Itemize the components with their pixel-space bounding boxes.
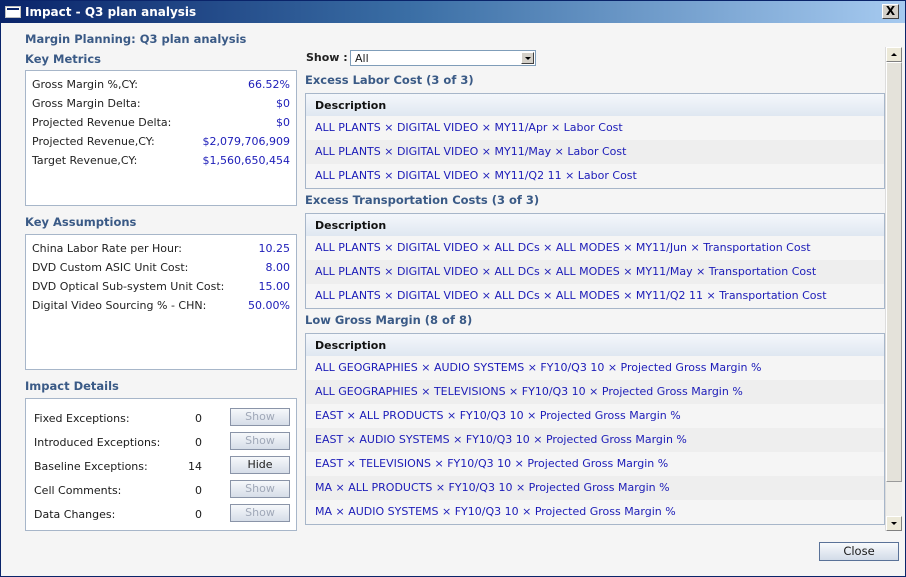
impact-label: Baseline Exceptions: [34, 460, 148, 473]
table-row[interactable]: ALL PLANTS × DIGITAL VIDEO × MY11/Apr × … [306, 116, 884, 140]
table-row[interactable]: ALL PLANTS × DIGITAL VIDEO × MY11/May × … [306, 140, 884, 164]
impact-details-panel: Fixed Exceptions: 0 Show Introduced Exce… [25, 398, 297, 531]
key-assumptions-panel: China Labor Rate per Hour: 10.25 DVD Cust… [25, 234, 297, 370]
impact-count: 14 [188, 460, 202, 473]
impact-row-data-changes: Data Changes: 0 Show [34, 502, 290, 526]
metric-value: $0 [276, 116, 290, 129]
impact-count: 0 [195, 436, 202, 449]
title-bar[interactable]: Impact - Q3 plan analysis X [1, 1, 905, 23]
impact-label: Introduced Exceptions: [34, 436, 161, 449]
excess-labor-cost-table: Description ALL PLANTS × DIGITAL VIDEO ×… [305, 93, 885, 189]
table-row[interactable]: ALL PLANTS × DIGITAL VIDEO × MY11/Q2 11 … [306, 164, 884, 188]
scroll-up-arrow-icon[interactable] [886, 47, 902, 62]
assumption-row: Digital Video Sourcing % - CHN: 50.00% [32, 297, 290, 316]
impact-label: Data Changes: [34, 508, 116, 521]
column-header-description[interactable]: Description [306, 93, 884, 116]
table-row[interactable]: ALL PLANTS × DIGITAL VIDEO × ALL DCs × A… [306, 236, 884, 260]
table-row[interactable]: EAST × TELEVISIONS × FY10/Q3 10 × Projec… [306, 452, 884, 476]
table-row[interactable]: EAST × AUDIO SYSTEMS × FY10/Q3 10 × Proj… [306, 428, 884, 452]
assumption-value: 15.00 [258, 280, 291, 293]
show-fixed-exceptions-button[interactable]: Show [230, 408, 290, 426]
key-assumptions-heading: Key Assumptions [25, 215, 137, 229]
metric-label: Target Revenue,CY: [32, 154, 138, 167]
section-title-excess-transportation-costs: Excess Transportation Costs (3 of 3) [305, 193, 540, 207]
show-data-changes-button[interactable]: Show [230, 504, 290, 522]
chevron-down-icon[interactable] [521, 52, 534, 64]
impact-count: 0 [195, 412, 202, 425]
impact-row-cell-comments: Cell Comments: 0 Show [34, 478, 290, 502]
assumption-label: DVD Optical Sub-system Unit Cost: [32, 280, 225, 293]
low-gross-margin-table: Description ALL GEOGRAPHIES × AUDIO SYST… [305, 333, 885, 525]
metric-row: Projected Revenue Delta: $0 [32, 114, 290, 133]
table-row[interactable]: ALL GEOGRAPHIES × TELEVISIONS × FY10/Q3 … [306, 380, 884, 404]
close-button[interactable]: Close [819, 542, 899, 561]
impact-row-introduced-exceptions: Introduced Exceptions: 0 Show [34, 430, 290, 454]
metric-label: Projected Revenue,CY: [32, 135, 155, 148]
assumption-row: China Labor Rate per Hour: 10.25 [32, 240, 290, 259]
scrollbar-thumb[interactable] [886, 62, 902, 482]
table-row[interactable]: ALL GEOGRAPHIES × AUDIO SYSTEMS × FY10/Q… [306, 356, 884, 380]
table-row[interactable]: ALL PLANTS × DIGITAL VIDEO × ALL DCs × A… [306, 284, 884, 308]
assumption-label: DVD Custom ASIC Unit Cost: [32, 261, 189, 274]
show-introduced-exceptions-button[interactable]: Show [230, 432, 290, 450]
table-row[interactable]: EAST × ALL PRODUCTS × FY10/Q3 10 × Proje… [306, 404, 884, 428]
key-metrics-panel: Gross Margin %,CY: 66.52% Gross Margin De… [25, 70, 297, 206]
show-cell-comments-button[interactable]: Show [230, 480, 290, 498]
scroll-down-arrow-icon[interactable] [886, 516, 902, 531]
exceptions-list[interactable]: Excess Labor Cost (3 of 3) Description A… [305, 69, 885, 531]
assumption-label: Digital Video Sourcing % - CHN: [32, 299, 207, 312]
metric-value: $2,079,706,909 [202, 135, 290, 148]
metric-row: Projected Revenue,CY: $2,079,706,909 [32, 133, 290, 152]
impact-row-baseline-exceptions: Baseline Exceptions: 14 Hide [34, 454, 290, 478]
table-row[interactable]: ALL PLANTS × DIGITAL VIDEO × ALL DCs × A… [306, 260, 884, 284]
key-metrics-heading: Key Metrics [25, 52, 102, 66]
metric-value: $0 [276, 97, 290, 110]
window-title: Impact - Q3 plan analysis [25, 5, 197, 19]
window-close-button[interactable]: X [882, 4, 899, 19]
column-header-description[interactable]: Description [306, 333, 884, 356]
show-filter-label: Show : [306, 51, 348, 64]
metric-label: Projected Revenue Delta: [32, 116, 172, 129]
impact-count: 0 [195, 508, 202, 521]
metric-label: Gross Margin %,CY: [32, 78, 138, 91]
vertical-scrollbar[interactable] [885, 47, 902, 531]
assumption-value: 50.00% [248, 299, 290, 312]
excess-transportation-costs-table: Description ALL PLANTS × DIGITAL VIDEO ×… [305, 213, 885, 309]
show-filter-select[interactable]: All [350, 50, 536, 66]
section-title-excess-labor-cost: Excess Labor Cost (3 of 3) [305, 73, 474, 87]
assumption-value: 10.25 [258, 242, 291, 255]
impact-label: Cell Comments: [34, 484, 122, 497]
window-icon [5, 6, 21, 18]
assumption-value: 8.00 [265, 261, 291, 274]
metric-label: Gross Margin Delta: [32, 97, 141, 110]
metric-row: Gross Margin %,CY: 66.52% [32, 76, 290, 95]
table-row[interactable]: MA × ALL PRODUCTS × FY10/Q3 10 × Project… [306, 476, 884, 500]
assumption-row: DVD Custom ASIC Unit Cost: 8.00 [32, 259, 290, 278]
assumption-label: China Labor Rate per Hour: [32, 242, 183, 255]
impact-label: Fixed Exceptions: [34, 412, 130, 425]
section-title-low-gross-margin: Low Gross Margin (8 of 8) [305, 313, 473, 327]
table-row[interactable]: MA × AUDIO SYSTEMS × FY10/Q3 10 × Projec… [306, 500, 884, 524]
impact-dialog: Impact - Q3 plan analysis X Margin Plann… [0, 0, 906, 577]
page-title: Margin Planning: Q3 plan analysis [25, 32, 247, 46]
column-header-description[interactable]: Description [306, 213, 884, 236]
metric-row: Target Revenue,CY: $1,560,650,454 [32, 152, 290, 171]
impact-row-fixed-exceptions: Fixed Exceptions: 0 Show [34, 406, 290, 430]
hide-baseline-exceptions-button[interactable]: Hide [230, 456, 290, 474]
impact-count: 0 [195, 484, 202, 497]
metric-value: $1,560,650,454 [202, 154, 290, 167]
impact-details-heading: Impact Details [25, 379, 119, 393]
metric-row: Gross Margin Delta: $0 [32, 95, 290, 114]
metric-value: 66.52% [248, 78, 290, 91]
show-filter-value: All [355, 52, 369, 65]
assumption-row: DVD Optical Sub-system Unit Cost: 15.00 [32, 278, 290, 297]
